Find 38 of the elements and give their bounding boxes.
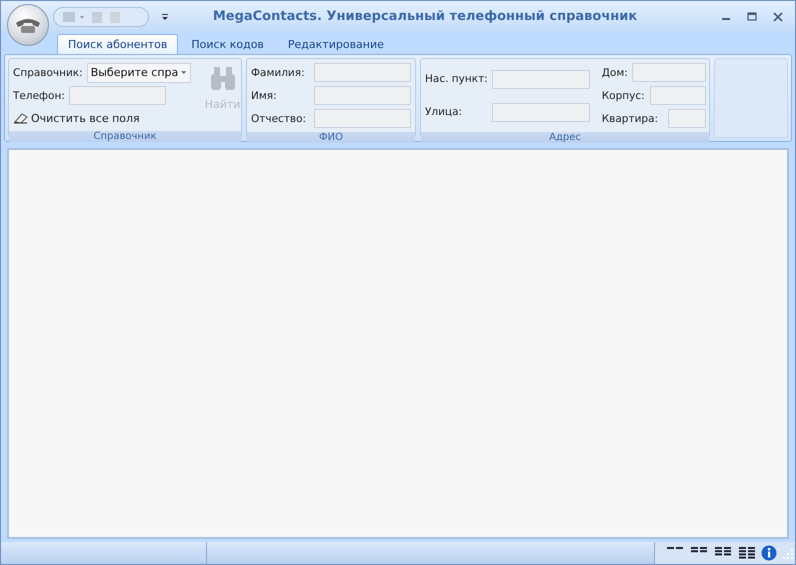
field-label: Улица: (425, 106, 462, 118)
group-title: ФИО (247, 132, 415, 143)
ribbon-tab[interactable]: Поиск абонентов (57, 34, 178, 54)
phone-field[interactable] (68, 86, 166, 105)
field-label: Корпус: (602, 90, 645, 102)
ribbon-tab[interactable]: Поиск кодов (180, 34, 275, 54)
window-title: MegaContacts. Универсальный телефонный справочник (212, 9, 638, 24)
application-menu-button[interactable] (7, 4, 49, 46)
dropdown-arrow-icon (181, 70, 187, 74)
field-label: Квартира: (602, 112, 658, 124)
field-label: Телефон: (13, 90, 65, 102)
field-label: Справочник: (13, 66, 83, 78)
group-title: Справочник (9, 131, 241, 142)
input-field[interactable] (650, 86, 706, 105)
resize-grip-icon[interactable] (781, 547, 793, 559)
customize-toolbar-icon[interactable] (161, 12, 169, 20)
binoculars-icon (208, 66, 237, 92)
field-label: Дом: (602, 66, 628, 78)
maximize-icon[interactable] (747, 12, 757, 22)
close-icon[interactable] (773, 12, 783, 22)
directory-dropdown[interactable]: Выберите спра (86, 62, 191, 82)
input-field[interactable] (668, 109, 706, 128)
view-layout-icon[interactable] (737, 546, 757, 560)
field-label: Имя: (251, 90, 277, 102)
input-field[interactable] (492, 102, 590, 122)
input-field[interactable] (314, 86, 411, 105)
input-field[interactable] (492, 70, 590, 88)
ribbon-tab[interactable]: Редактирование (276, 34, 395, 54)
field-label: Нас. пункт: (425, 73, 488, 85)
info-icon[interactable] (761, 545, 777, 561)
field-label: Фамилия: (251, 66, 305, 78)
group-title: Адрес (421, 132, 709, 143)
eraser-icon (13, 112, 29, 124)
input-field[interactable] (632, 63, 706, 82)
input-field[interactable] (314, 109, 411, 128)
input-field[interactable] (314, 63, 411, 82)
field-label: Отчество: (251, 112, 306, 124)
clear-fields-button[interactable]: Очистить все поля (13, 108, 191, 128)
